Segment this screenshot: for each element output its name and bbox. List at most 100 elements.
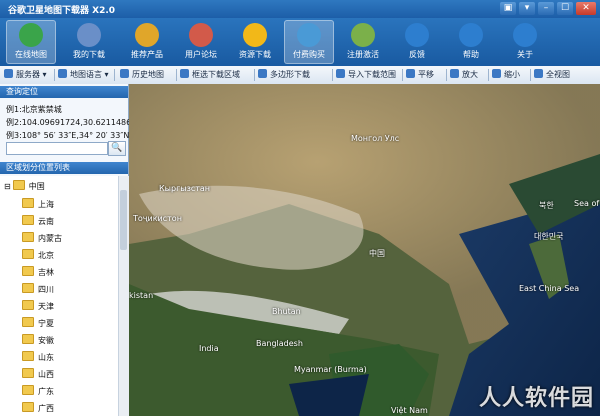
search-input[interactable]: [6, 142, 108, 155]
toolbar-label: 地图语言 ▾: [70, 70, 109, 79]
folder-icon: [22, 283, 34, 293]
folder-icon: [22, 232, 34, 242]
tree-item-province[interactable]: 天津: [22, 300, 54, 312]
map-label: kistan: [129, 291, 154, 300]
toolbar-separator: [488, 69, 489, 81]
tree-scrollbar[interactable]: [118, 176, 129, 416]
toolbar-separator: [402, 69, 403, 81]
folder-icon: [22, 300, 34, 310]
ribbon-button-0[interactable]: 在线地图: [6, 20, 56, 64]
map-label: Монгол Улс: [351, 134, 400, 143]
ribbon-label: 推荐产品: [131, 50, 163, 59]
scroll-thumb[interactable]: [120, 190, 127, 250]
tree-item-province[interactable]: 上海: [22, 198, 54, 210]
toolbar-button-2[interactable]: 历史地图: [120, 68, 164, 82]
tree-item-province[interactable]: 山西: [22, 368, 54, 380]
minimize-button[interactable]: –: [538, 2, 554, 15]
example-3: 例3:108° 56′ 33″E,34° 20′ 33″N: [6, 131, 130, 140]
folder-icon: [22, 402, 34, 412]
window-title: 谷歌卫星地图下载器 X2.0: [8, 6, 116, 16]
satellite-map[interactable]: Монгол Улс Кыргызстан Тоҷикистон 中国 Bhutan In…: [129, 84, 600, 416]
toolbar-button-1[interactable]: 地图语言 ▾: [58, 68, 109, 82]
toolbar-separator: [446, 69, 447, 81]
ribbon-label: 付费购买: [293, 50, 325, 59]
toolbar-label: 缩小: [504, 70, 520, 79]
about-icon: [513, 23, 537, 47]
toolbar-button-9[interactable]: 全视图: [534, 68, 570, 82]
toolbar-button-8[interactable]: 缩小: [492, 68, 520, 82]
ribbon-label: 注册激活: [347, 50, 379, 59]
tree-item-province[interactable]: 云南: [22, 215, 54, 227]
feedback-icon: [405, 23, 429, 47]
map-label: Тоҷикистон: [133, 214, 182, 223]
language-icon: [58, 69, 67, 78]
ribbon-button-8[interactable]: 帮助: [446, 20, 496, 64]
region-header: 区域划分位置列表: [0, 162, 128, 174]
folder-icon: [22, 317, 34, 327]
map-toolbar: 服务器 ▾ 地图语言 ▾ 历史地图 框选下载区域 多边形下载 导入下载范围 平移 放大 缩小 全视…: [0, 66, 600, 85]
toolbar-label: 平移: [418, 70, 434, 79]
close-button[interactable]: ✕: [576, 2, 596, 15]
tree-item-province[interactable]: 北京: [22, 249, 54, 261]
users-icon: [189, 23, 213, 47]
toolbar-button-6[interactable]: 平移: [406, 68, 434, 82]
collapse-icon: ⊟: [4, 182, 11, 191]
example-1: 例1:北京紫禁城: [6, 105, 62, 114]
import-icon: [336, 69, 345, 78]
tree-item-province[interactable]: 山东: [22, 351, 54, 363]
ribbon-button-1[interactable]: 我的下载: [64, 20, 114, 64]
ribbon-button-6[interactable]: 注册激活: [338, 20, 388, 64]
tree-item-province[interactable]: 吉林: [22, 266, 54, 278]
ribbon-button-7[interactable]: 反馈: [392, 20, 442, 64]
history-icon: [120, 69, 129, 78]
toolbar-separator: [530, 69, 531, 81]
help-icon: [459, 23, 483, 47]
map-label: India: [199, 344, 219, 353]
ribbon-button-9[interactable]: 关于: [500, 20, 550, 64]
map-label: 대한민국: [534, 232, 564, 241]
ribbon-label: 资源下载: [239, 50, 271, 59]
maximize-button[interactable]: ☐: [557, 2, 573, 15]
pan-icon: [406, 69, 415, 78]
ribbon-label: 我的下载: [73, 50, 105, 59]
map-label: East China Sea: [519, 284, 580, 293]
toolbar-button-4[interactable]: 多边形下载: [258, 68, 310, 82]
tree-item-province[interactable]: 安徽: [22, 334, 54, 346]
ribbon-button-3[interactable]: 用户论坛: [176, 20, 226, 64]
folder-icon: [22, 249, 34, 259]
zoom-out-icon: [492, 69, 501, 78]
toolbar-button-5[interactable]: 导入下载范围: [336, 68, 396, 82]
ribbon-label: 关于: [517, 50, 533, 59]
toolbar-separator: [332, 69, 333, 81]
toolbar-separator: [54, 69, 55, 81]
ribbon-button-2[interactable]: 推荐产品: [122, 20, 172, 64]
server-icon: [4, 69, 13, 78]
tree-item-province[interactable]: 广东: [22, 385, 54, 397]
folder-icon: [12, 180, 25, 190]
region-tree: ⊟ 中国 上海云南内蒙古北京吉林四川天津宁夏安徽山东山西广东广西: [0, 176, 118, 416]
tree-item-province[interactable]: 宁夏: [22, 317, 54, 329]
toolbar-button-7[interactable]: 放大: [450, 68, 478, 82]
ribbon-label: 反馈: [409, 50, 425, 59]
toolbar-label: 历史地图: [132, 70, 164, 79]
search-button[interactable]: 🔍: [108, 141, 126, 156]
tree-root[interactable]: ⊟ 中国: [4, 180, 45, 192]
map-label: Sea of Japan: [574, 199, 600, 208]
example-2: 例2:104.09691724,30.62114865: [6, 118, 137, 127]
tree-item-province[interactable]: 四川: [22, 283, 54, 295]
ribbon-button-5[interactable]: 付费购买: [284, 20, 334, 64]
download-list-icon: [77, 23, 101, 47]
ribbon-label: 帮助: [463, 50, 479, 59]
toolbar-label: 放大: [462, 70, 478, 79]
toolbar-button-3[interactable]: 框选下载区域: [180, 68, 240, 82]
menu-button[interactable]: ▾: [519, 2, 535, 15]
map-label: Bangladesh: [256, 339, 303, 348]
ribbon-button-4[interactable]: 资源下载: [230, 20, 280, 64]
tree-item-province[interactable]: 内蒙古: [22, 232, 62, 244]
toolbar-label: 框选下载区域: [192, 70, 240, 79]
skin-button[interactable]: ▣: [500, 2, 516, 15]
toolbar-button-0[interactable]: 服务器 ▾: [4, 68, 47, 82]
toolbar-label: 全视图: [546, 70, 570, 79]
map-label: 中国: [369, 249, 385, 258]
tree-item-province[interactable]: 广西: [22, 402, 54, 414]
